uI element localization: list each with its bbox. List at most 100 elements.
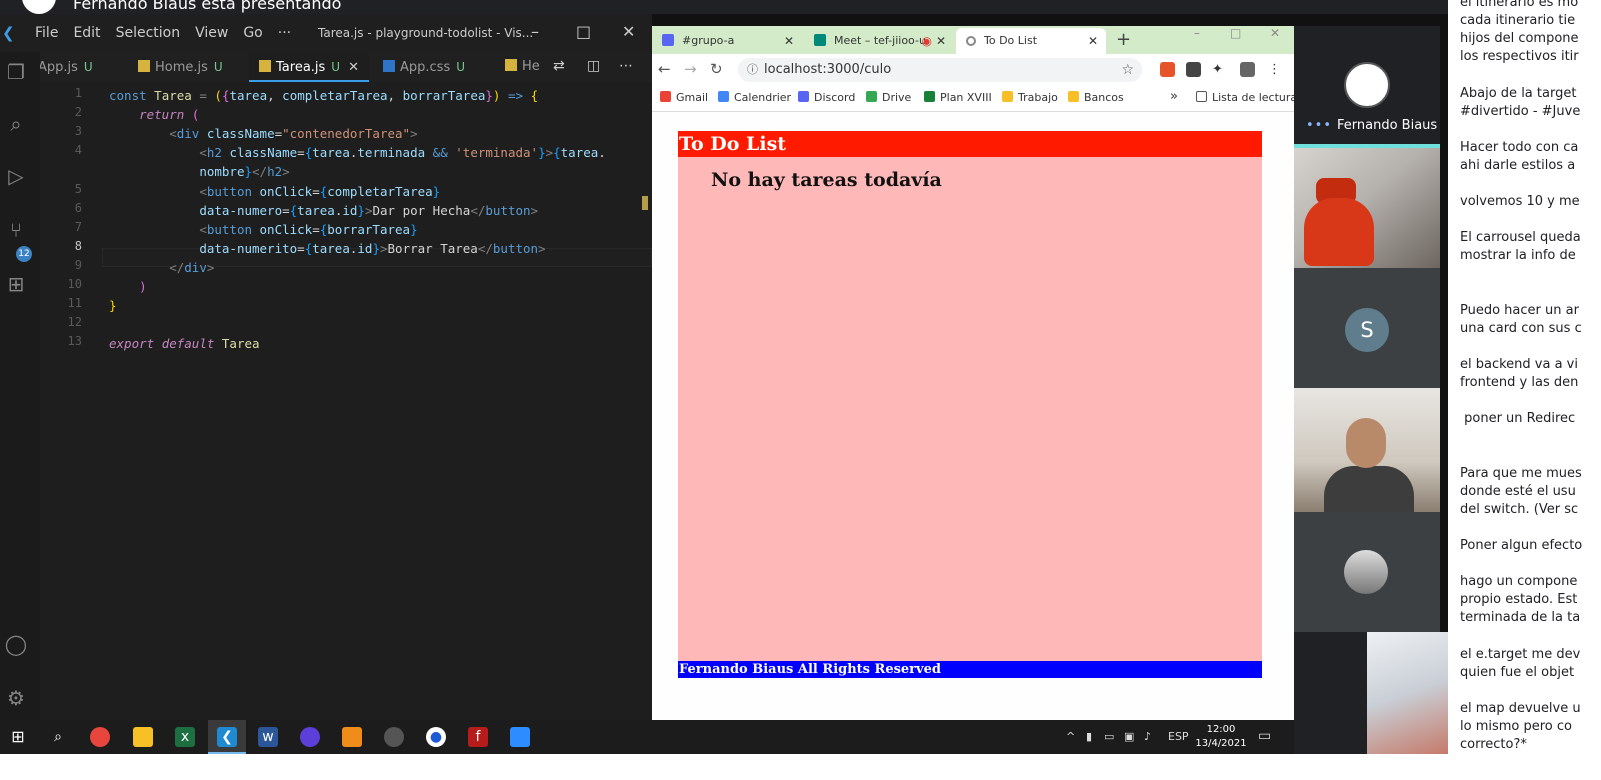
extension-icon[interactable] [1160,62,1175,77]
code-line: } [109,298,117,313]
participant-video-tile[interactable] [1367,632,1448,754]
search-icon[interactable]: ⌕ [48,727,68,747]
bookmark-bancos[interactable]: Bancos [1068,91,1124,104]
line-number: 10 [67,277,82,291]
participant-video-tile[interactable] [1294,144,1440,268]
browser-tab-discord[interactable]: #grupo-a ✕ [652,28,802,54]
bookmark-star-icon[interactable]: ☆ [1121,58,1134,82]
app-icon[interactable] [384,727,404,747]
participant-video-tile[interactable] [1294,388,1440,512]
tab-header-js[interactable]: He [495,52,540,82]
bookmark-discord[interactable]: Discord [798,91,855,104]
puzzle-extensions-icon[interactable]: ✦ [1212,62,1227,77]
info-icon[interactable]: ⓘ [747,58,758,82]
loading-icon [966,36,976,46]
settings-gear-icon[interactable]: ⚙ [4,686,28,710]
search-icon[interactable]: ⌕ [4,112,28,136]
chat-message-line: terminada de la ta [1460,610,1581,626]
file-explorer-icon[interactable] [133,727,153,747]
battery-icon[interactable]: ▭ [1104,730,1114,743]
app-icon[interactable]: ● [426,727,446,747]
profile-icon[interactable] [1240,62,1255,77]
app-icon[interactable] [300,727,320,747]
speaking-indicator-icon: ••• [1306,118,1333,133]
explorer-icon[interactable]: ❐ [4,60,28,84]
menu-file[interactable]: File [35,25,58,41]
word-icon[interactable]: w [258,727,278,747]
vscode-window: ❮ File Edit Selection View Go ··· Tarea.… [0,14,652,720]
reload-icon[interactable]: ↻ [710,60,723,78]
browser-tab-meet[interactable]: Meet – tef-jiioo-u ◉ ✕ [804,28,954,54]
tab-close-icon[interactable]: ✕ [936,28,946,54]
reading-list-button[interactable]: Lista de lectura [1196,91,1297,104]
new-tab-button[interactable]: + [1116,28,1131,52]
reading-list-icon [1196,91,1207,102]
selenium-extension-icon[interactable] [1186,62,1201,77]
chat-message-line: el map devuelve u [1460,700,1581,716]
tab-close-icon[interactable]: ✕ [348,60,359,75]
menu-go[interactable]: Go [243,25,262,41]
microphone-icon[interactable]: ▮ [1086,730,1092,743]
maximize-icon[interactable]: □ [576,22,591,41]
menu-more[interactable]: ··· [278,25,291,41]
tab-app-js[interactable]: App.js U [40,52,93,82]
bookmark-drive[interactable]: Drive [866,91,911,104]
tab-status: U [456,60,466,74]
chevron-up-icon[interactable]: ^ [1066,730,1075,743]
address-bar[interactable]: ⓘ localhost:3000/culo ☆ [738,58,1142,82]
more-actions-icon[interactable]: ⋯ [619,58,633,74]
excel-icon[interactable]: x [175,727,195,747]
bookmark-calendrier[interactable]: Calendrier [718,91,791,104]
close-icon[interactable]: ✕ [622,22,635,41]
compare-changes-icon[interactable]: ⇄ [553,58,565,74]
code-editor[interactable]: 1 2 3 4 5 6 7 8 9 10 11 12 13 const Tare… [40,82,652,720]
app-icon[interactable] [342,727,362,747]
notifications-icon[interactable]: ▭ [1258,728,1271,744]
windows-taskbar: ⊞ ⌕ x ❮ w ● f ^ ▮ ▭ ▣ ♪ ESP 12:00 13/4/2… [0,720,1294,754]
chat-message-line: correcto?* [1460,737,1527,753]
participant-tile[interactable] [1294,512,1440,632]
maximize-icon[interactable]: □ [1230,26,1241,40]
menu-edit[interactable]: Edit [73,25,100,41]
browser-tab-todo[interactable]: To Do List ✕ [956,28,1106,54]
chat-message-line: mostrar la info de [1460,248,1576,264]
bookmark-trabajo[interactable]: Trabajo [1002,91,1058,104]
bookmark-plan-xviii[interactable]: Plan XVIII [924,91,992,104]
bookmark-gmail[interactable]: Gmail [660,91,708,104]
zoom-icon[interactable] [510,727,530,747]
account-icon[interactable]: ◯ [4,632,28,656]
minimize-icon[interactable]: – [531,22,539,41]
tab-close-icon[interactable]: ✕ [784,28,794,54]
tab-tarea-js[interactable]: Tarea.js U ✕ [249,52,369,82]
chat-message-line: donde esté el usu [1460,483,1576,499]
split-editor-icon[interactable]: ◫ [587,58,600,74]
vscode-icon[interactable]: ❮ [217,727,237,747]
minimize-icon[interactable]: – [1194,26,1200,40]
filezilla-icon[interactable]: f [468,727,488,747]
volume-icon[interactable]: ♪ [1144,730,1151,743]
bookmarks-bar: Gmail Calendrier Discord Drive Plan XVII… [652,86,1297,112]
network-icon[interactable]: ▣ [1124,730,1134,743]
source-control-icon[interactable]: ⑂ [4,218,28,242]
windows-start-icon[interactable]: ⊞ [8,727,28,747]
tab-close-icon[interactable]: ✕ [1088,28,1098,54]
chrome-menu-icon[interactable]: ⋮ [1268,62,1283,77]
run-debug-icon[interactable]: ▷ [4,164,28,188]
extensions-icon[interactable]: ⊞ [4,272,28,296]
participant-initial-avatar: S [1345,308,1389,352]
chat-message-line: hijos del compone [1460,31,1579,47]
participant-tile[interactable]: S [1294,268,1440,388]
taskbar-clock[interactable]: 12:00 13/4/2021 [1195,723,1247,751]
more-bookmarks-button[interactable]: » [1170,89,1178,104]
participant-name: ••• Fernando Biaus [1306,118,1438,133]
chrome-icon[interactable] [90,727,110,747]
tab-home-js[interactable]: Home.js U [128,52,223,82]
menu-selection[interactable]: Selection [116,25,181,41]
close-icon[interactable]: ✕ [1270,26,1280,40]
language-indicator[interactable]: ESP [1168,730,1189,743]
back-arrow-icon[interactable]: ← [658,60,671,78]
presenter-tile[interactable]: ••• Fernando Biaus [1294,26,1440,144]
tab-app-css[interactable]: App.css U [373,52,465,82]
menu-view[interactable]: View [195,25,228,41]
forward-arrow-icon[interactable]: → [684,60,697,78]
